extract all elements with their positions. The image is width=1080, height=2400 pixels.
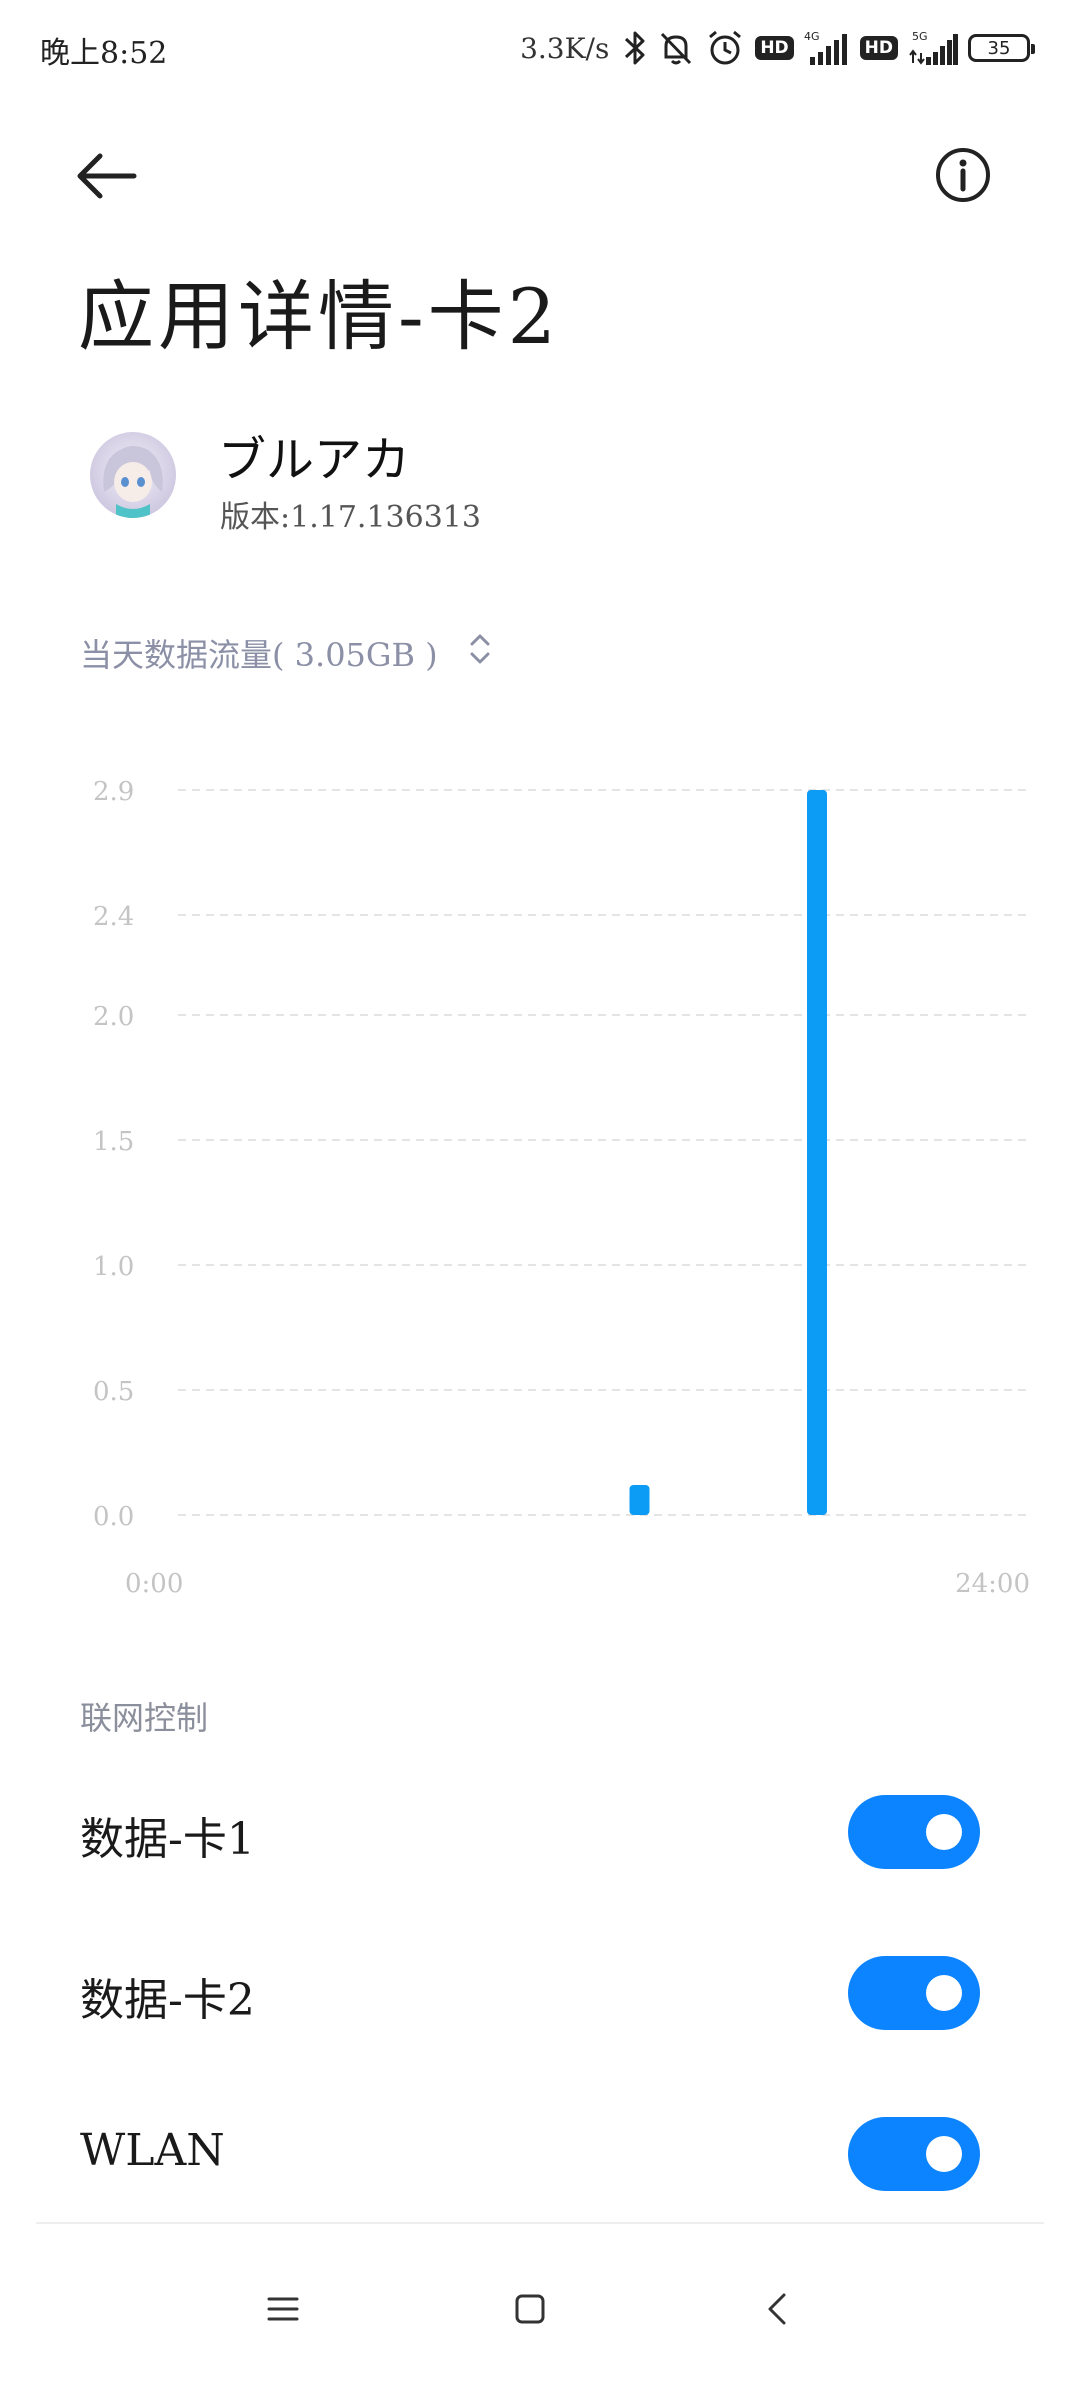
recents-button[interactable]	[253, 2279, 313, 2339]
app-name: ブルアカ	[218, 432, 411, 488]
row-label-data-sim1: 数据-卡1	[80, 1814, 255, 1865]
nav-back-button[interactable]	[748, 2279, 808, 2339]
app-icon	[90, 432, 176, 518]
navigation-bar	[0, 2224, 1080, 2400]
menu-icon	[267, 2297, 299, 2321]
bluetooth-icon	[623, 29, 647, 67]
daily-usage-selector[interactable]: 当天数据流量( 3.05GB )	[80, 630, 492, 676]
chevron-up-down-icon	[468, 632, 492, 674]
row-data-sim1[interactable]: 数据-卡1	[0, 1773, 1080, 1893]
status-bar: 晚上8:52 3.3K/s HD 4G HD 5G 35	[0, 0, 1080, 96]
x-tick-label: 24:00	[955, 1569, 1030, 1599]
usage-bar	[629, 1485, 650, 1515]
y-tick-label: 1.0	[93, 1252, 134, 1282]
toggle-knob	[926, 2136, 962, 2172]
hd-badge-sim1: HD	[755, 36, 794, 60]
y-tick-label: 2.0	[93, 1002, 134, 1032]
sim2-type: 5G	[912, 30, 928, 43]
row-data-sim2[interactable]: 数据-卡2	[0, 1934, 1080, 2054]
toggle-data-sim2[interactable]	[848, 1956, 980, 2030]
alarm-icon	[705, 28, 745, 68]
toggle-knob	[926, 1814, 962, 1850]
battery-icon: 35	[968, 34, 1035, 62]
signal-sim2-icon: 5G	[908, 29, 958, 67]
usage-chart: 0.0 0.5 1.0 1.5 2.0 2.4 2.9 0:00 24:00	[0, 760, 1080, 1610]
usage-bar	[807, 790, 827, 1515]
info-circle-icon	[936, 148, 990, 202]
home-button[interactable]	[500, 2279, 560, 2339]
row-label-data-sim2: 数据-卡2	[80, 1975, 255, 2026]
toggle-knob	[926, 1975, 962, 2011]
page-title: 应用详情-卡2	[78, 272, 561, 361]
chevron-left-icon	[768, 2293, 786, 2325]
status-time: 晚上8:52	[40, 36, 168, 71]
x-tick-label: 0:00	[125, 1569, 183, 1599]
y-tick-label: 0.0	[93, 1502, 134, 1532]
bell-muted-icon	[657, 29, 695, 67]
home-square-icon	[515, 2294, 545, 2324]
back-button[interactable]	[72, 148, 142, 204]
info-button[interactable]	[933, 145, 993, 205]
app-version: 版本:1.17.136313	[220, 500, 481, 535]
signal-sim1-icon: 4G	[804, 29, 850, 67]
arrow-left-icon	[77, 153, 137, 199]
sim1-type: 4G	[804, 30, 820, 43]
network-speed: 3.3K/s	[520, 31, 610, 65]
status-icons: 3.3K/s HD 4G HD 5G 35	[520, 26, 1035, 70]
app-avatar-icon	[103, 446, 163, 518]
battery-level: 35	[987, 37, 1011, 59]
y-tick-label: 2.4	[93, 902, 134, 932]
y-tick-label: 2.9	[93, 777, 134, 807]
toggle-wlan[interactable]	[848, 2117, 980, 2191]
section-title-network-control: 联网控制	[80, 1699, 209, 1737]
y-tick-label: 0.5	[93, 1377, 134, 1407]
row-label-wlan: WLAN	[80, 2125, 225, 2176]
usage-chart-svg: 0.0 0.5 1.0 1.5 2.0 2.4 2.9 0:00 24:00	[93, 777, 1030, 1599]
row-wlan[interactable]: WLAN	[0, 2095, 1080, 2215]
y-tick-label: 1.5	[93, 1127, 134, 1157]
hd-badge-sim2: HD	[859, 36, 898, 60]
toggle-data-sim1[interactable]	[848, 1795, 980, 1869]
daily-usage-label: 当天数据流量( 3.05GB )	[80, 636, 438, 674]
